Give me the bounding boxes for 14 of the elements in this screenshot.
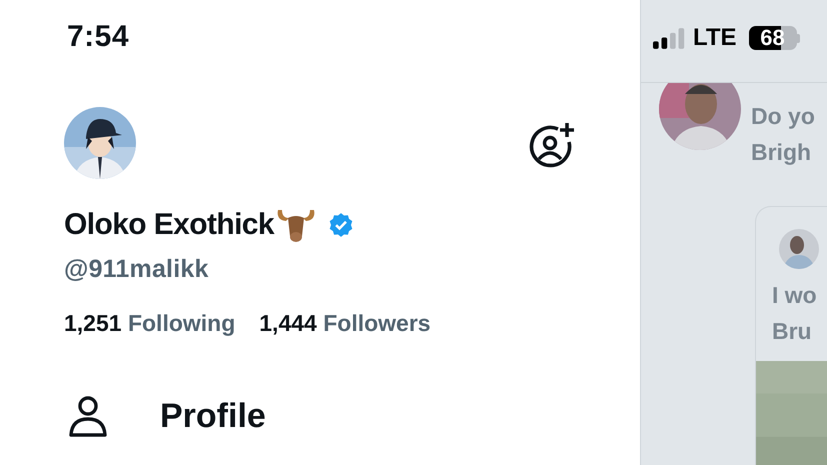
signal-icon: [653, 28, 687, 48]
post-text-line: Bru: [772, 317, 813, 346]
menu-item[interactable]: Profile: [160, 396, 266, 436]
person-icon[interactable]: [68, 395, 108, 437]
follow-count-link[interactable]: 1,251 Following: [64, 310, 236, 337]
post-text-line: I wo: [772, 281, 818, 310]
user-handle: @911malikk: [64, 255, 210, 284]
display-name: Oloko Exothick: [64, 208, 274, 242]
post-text-line: Do yo: [751, 102, 815, 131]
add-user-icon[interactable]: [528, 121, 576, 169]
network-type: LTE: [693, 24, 737, 52]
post-text-line: Brigh: [751, 138, 812, 167]
follow-count-link[interactable]: 1,444 Followers: [259, 310, 431, 337]
status-time: 7:54: [67, 20, 130, 53]
